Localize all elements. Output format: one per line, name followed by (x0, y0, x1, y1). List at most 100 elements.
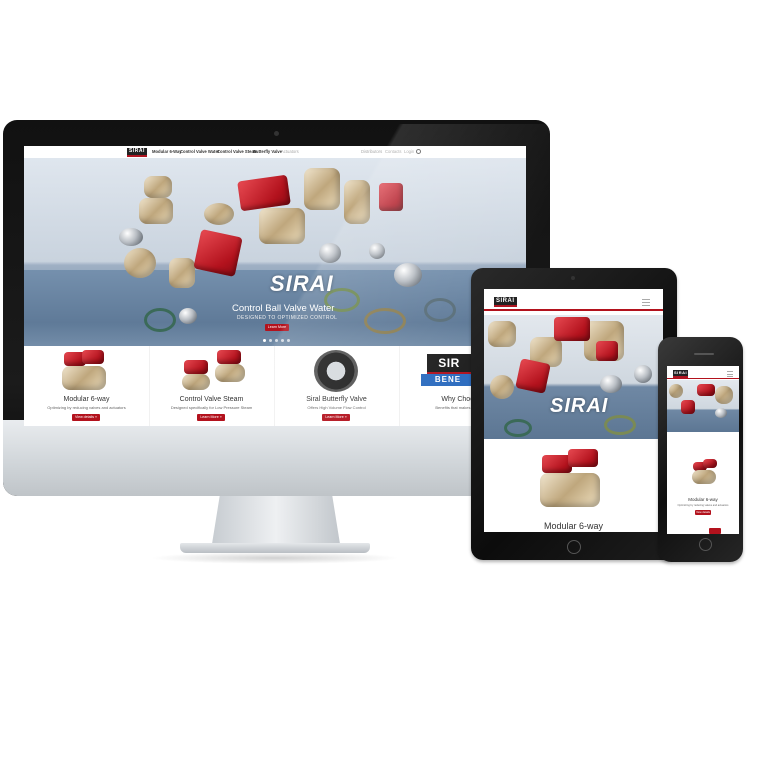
home-button-icon[interactable] (699, 538, 712, 551)
brass-fitting (144, 176, 172, 198)
hero-learn-more-button[interactable]: Learn More (265, 324, 289, 331)
view-details-button[interactable]: View details » (72, 414, 100, 421)
seal-ring (604, 415, 636, 435)
home-button-icon[interactable] (567, 540, 581, 554)
hero-subtitle: DESIGNED TO OPTIMIZED CONTROL (237, 315, 338, 321)
nav-underline (484, 309, 663, 311)
brass-valve-body (62, 366, 106, 390)
brass-fitting (344, 180, 370, 224)
red-actuator (82, 350, 104, 364)
hero-title: Control Ball Valve Water (232, 303, 335, 314)
hero-brand-logo: SIRAI (270, 271, 334, 296)
red-actuator (568, 449, 598, 467)
red-actuator (237, 174, 291, 212)
nav-link-login[interactable]: Login (404, 149, 414, 154)
search-icon[interactable] (416, 149, 421, 154)
benefits-logo: SIR (427, 354, 471, 374)
hamburger-menu-icon[interactable] (727, 371, 733, 377)
camera-icon (571, 276, 575, 280)
chrome-ball (634, 365, 652, 383)
imac-stand (212, 496, 340, 544)
chrome-ball (369, 243, 385, 259)
nav-link-butterfly[interactable]: Butterfly Valve (253, 149, 282, 154)
product-description: Optimizing by reducing valves and actuat… (677, 504, 729, 507)
brass-fitting (669, 384, 683, 398)
product-title: Modular 6-way (543, 521, 604, 531)
chrome-ball (394, 263, 422, 287)
hero-brand-logo: SIRAI (550, 395, 609, 417)
site-logo[interactable]: SIRAI (127, 148, 147, 157)
nav-link-control-water[interactable]: Control Valve Water (180, 149, 219, 154)
red-actuator (697, 384, 715, 396)
imac-foot (180, 543, 370, 553)
red-actuator (554, 317, 590, 341)
brass-valve-body (215, 364, 245, 382)
slide-dot-4[interactable] (281, 339, 284, 342)
slide-dot-2[interactable] (269, 339, 272, 342)
product-description: Optimizing by reducing valves and actuat… (47, 405, 126, 410)
brass-fitting (204, 203, 234, 225)
brass-fitting (715, 386, 733, 404)
chrome-ball (179, 308, 197, 324)
nav-link-modular[interactable]: Modular 6-Way (152, 149, 182, 154)
product-description: Designed specifically for Low Pressure S… (170, 405, 253, 410)
chrome-ball (119, 228, 143, 246)
red-actuator (515, 358, 551, 394)
brass-valve-body (692, 470, 716, 484)
butterfly-valve-image (314, 350, 358, 392)
monitor-shadow (150, 552, 400, 564)
product-title: Modular 6-way (63, 396, 110, 403)
nav-underline (667, 378, 739, 379)
nav-link-actuators[interactable]: Actuators (281, 149, 299, 154)
phone-screen: SIRAI Modular 6-way Optimizing by reduci… (667, 366, 739, 534)
red-actuator (217, 350, 241, 364)
site-logo[interactable]: SIRAI (673, 370, 689, 378)
product-card-butterfly: Siral Butterfly Valve Offers High Volume… (274, 346, 400, 426)
slide-dot-3[interactable] (275, 339, 278, 342)
slide-dot-1[interactable] (263, 339, 266, 342)
seal-ring (424, 298, 456, 322)
product-card-modular: Modular 6-way Optimizing by reducing val… (24, 346, 150, 426)
chrome-ball (715, 408, 727, 418)
imac-chin (3, 420, 550, 496)
site-logo[interactable]: SIRAI (494, 297, 517, 307)
brass-fitting (139, 198, 173, 224)
red-actuator (184, 360, 208, 374)
tablet-screen: SIRAI SIRAI Modular 6-way (484, 289, 663, 532)
brass-fitting (488, 321, 516, 347)
nav-link-control-steam[interactable]: Control Valve Steam (217, 149, 258, 154)
product-title: Siral Butterfly Valve (306, 396, 367, 403)
learn-more-button[interactable]: Learn More » (197, 414, 225, 421)
brass-fitting (169, 258, 195, 288)
camera-icon (274, 131, 279, 136)
desktop-screen: SIRAI Modular 6-Way Control Valve Water … (24, 146, 526, 426)
product-title: Modular 6-way (688, 497, 718, 502)
product-description: Offers High Volume Flow Control (307, 405, 366, 410)
seal-ring (504, 419, 532, 437)
red-actuator (379, 183, 403, 211)
tablet-hero: SIRAI (484, 315, 663, 439)
brass-fitting (490, 375, 514, 399)
brass-fitting (304, 168, 340, 210)
seal-ring (144, 308, 176, 332)
nav-link-distributors[interactable]: Distributors (361, 149, 382, 154)
nav-link-contacts[interactable]: Contacts (385, 149, 402, 154)
speaker-icon (694, 353, 714, 355)
view-details-button[interactable]: View details (695, 510, 711, 515)
hamburger-menu-icon[interactable] (642, 299, 650, 306)
product-card-steam: Control Valve Steam Designed specificall… (149, 346, 275, 426)
benefits-banner: BENE (421, 374, 475, 386)
product-row: Modular 6-way Optimizing by reducing val… (24, 346, 526, 426)
red-actuator (681, 400, 695, 414)
product-title: Control Valve Steam (179, 396, 244, 403)
chrome-ball (319, 243, 341, 263)
learn-more-button[interactable]: Learn More » (322, 414, 350, 421)
hero-slider: SIRAI Control Ball Valve Water DESIGNED … (24, 158, 526, 358)
next-card-button[interactable] (709, 528, 721, 534)
red-actuator (193, 229, 243, 277)
brass-valve-body (540, 473, 600, 507)
red-actuator (703, 459, 717, 468)
brass-fitting (259, 208, 305, 244)
slide-dot-5[interactable] (287, 339, 290, 342)
seal-ring (364, 308, 406, 334)
